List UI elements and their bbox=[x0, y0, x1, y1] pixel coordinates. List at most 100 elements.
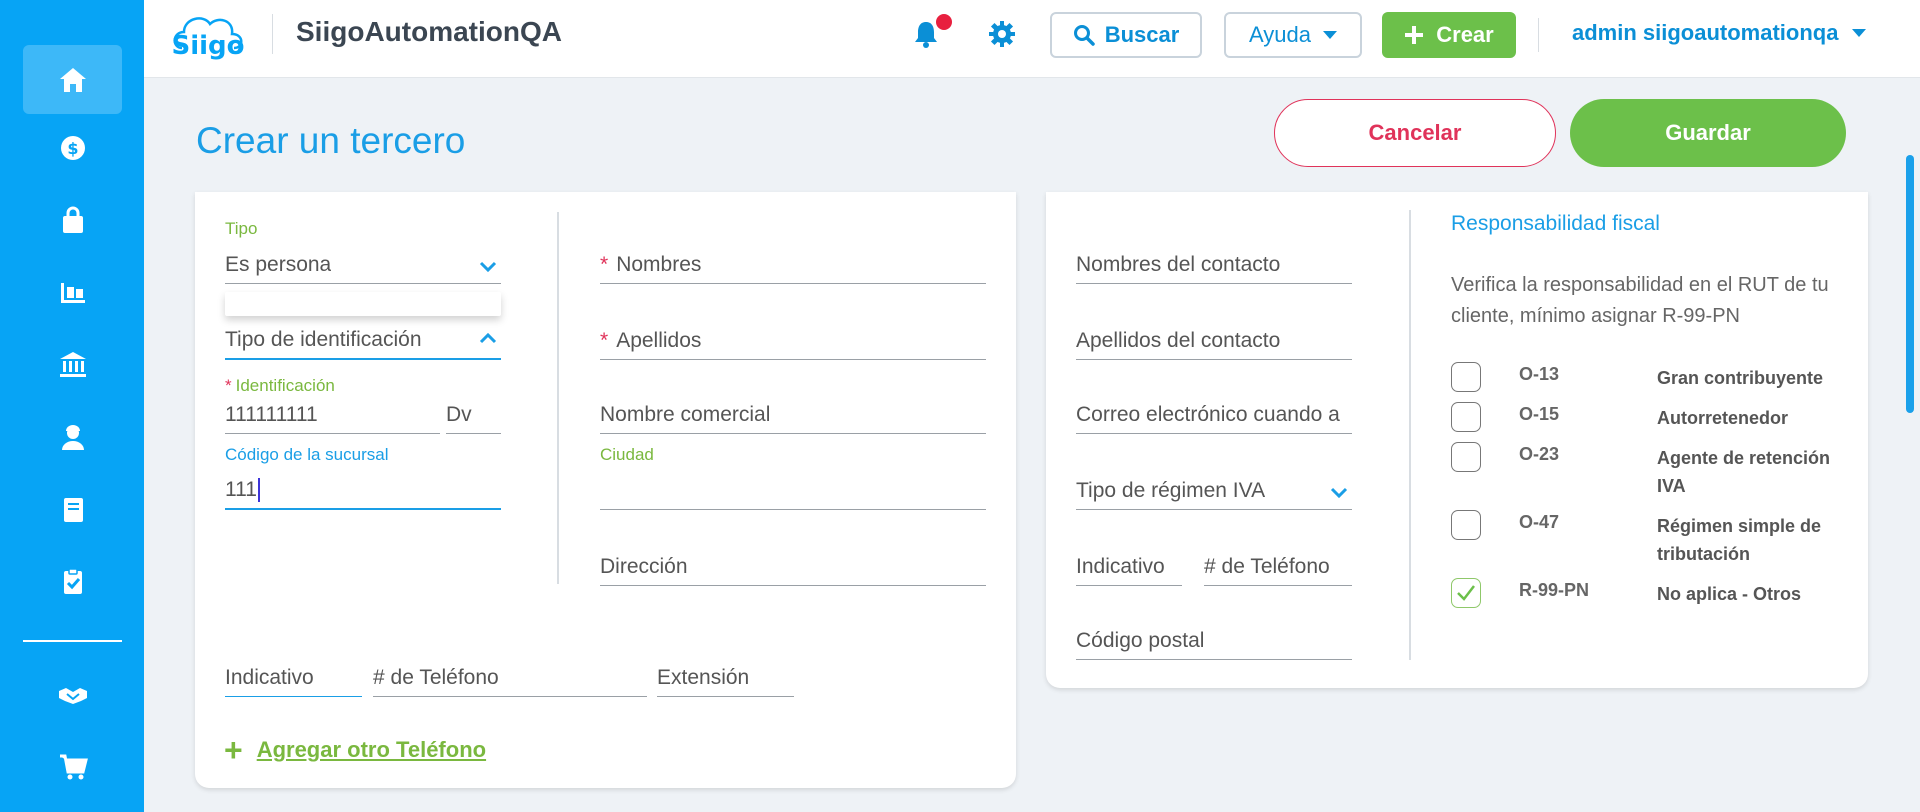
save-button[interactable]: Guardar bbox=[1570, 99, 1846, 167]
worker-icon bbox=[61, 424, 84, 450]
handshake-icon bbox=[58, 687, 87, 704]
checkbox[interactable] bbox=[1451, 402, 1481, 432]
warehouse-cart-icon bbox=[60, 282, 85, 303]
chevron-down-icon bbox=[1322, 31, 1337, 39]
chevron-down-icon bbox=[1852, 29, 1867, 37]
page-title: Crear un tercero bbox=[196, 120, 466, 161]
checkbox[interactable] bbox=[1451, 510, 1481, 540]
ciudad-input[interactable] bbox=[600, 470, 986, 510]
sidebar-item-accounting[interactable] bbox=[23, 475, 122, 544]
extension-input[interactable]: Extensión bbox=[657, 655, 794, 697]
nombre-comercial-input[interactable]: Nombre comercial bbox=[600, 392, 986, 434]
tipo-value: Es persona bbox=[225, 253, 332, 276]
indicativo-input[interactable]: Indicativo bbox=[225, 655, 362, 697]
nombres-input[interactable]: * Nombres bbox=[600, 242, 986, 284]
home-icon bbox=[59, 67, 86, 92]
sidebar-item-tasks[interactable] bbox=[23, 547, 122, 616]
siigo-logo[interactable]: Siigo bbox=[168, 8, 248, 60]
tipo-identificacion-placeholder: Tipo de identificación bbox=[225, 328, 422, 351]
gear-icon[interactable] bbox=[988, 20, 1016, 48]
sidebar-item-shopping[interactable] bbox=[23, 186, 122, 255]
nombres-contacto-input[interactable]: Nombres del contacto bbox=[1076, 242, 1352, 284]
company-name: SiigoAutomationQA bbox=[296, 16, 562, 47]
sidebar-item-partners[interactable] bbox=[23, 660, 122, 729]
identificacion-input[interactable]: 111111111 bbox=[225, 396, 440, 434]
resp-code: O-47 bbox=[1519, 512, 1560, 532]
checkbox[interactable] bbox=[1451, 362, 1481, 392]
codigo-postal-placeholder: Código postal bbox=[1076, 629, 1205, 652]
nombres-contacto-placeholder: Nombres del contacto bbox=[1076, 253, 1281, 276]
create-button-label: Crear bbox=[1436, 22, 1494, 47]
tipo-select[interactable]: Es persona bbox=[225, 242, 501, 284]
scrollbar[interactable] bbox=[1906, 155, 1914, 413]
responsabilidad-title: Responsabilidad fiscal bbox=[1451, 212, 1660, 235]
add-phone-link[interactable]: + Agregar otro Teléfono bbox=[224, 734, 486, 766]
sidebar: $ bbox=[0, 0, 144, 812]
dv-placeholder: Dv bbox=[446, 403, 472, 426]
header-separator bbox=[272, 14, 273, 54]
cancel-button[interactable]: Cancelar bbox=[1274, 99, 1556, 167]
tipo-identificacion-select[interactable]: Tipo de identificación bbox=[225, 318, 501, 360]
tipo-regimen-placeholder: Tipo de régimen IVA bbox=[1076, 479, 1266, 502]
checkbox[interactable] bbox=[1451, 442, 1481, 472]
telefono-placeholder: # de Teléfono bbox=[373, 666, 499, 689]
column-divider bbox=[557, 212, 559, 584]
telefono-input[interactable]: # de Teléfono bbox=[373, 655, 647, 697]
svg-text:$: $ bbox=[67, 139, 78, 158]
responsabilidad-description: Verifica la responsabilidad en el RUT de… bbox=[1451, 274, 1829, 327]
checkmark-icon bbox=[1457, 585, 1475, 601]
chevron-down-icon bbox=[479, 261, 497, 273]
codigo-sucursal-label: Código de la sucursal bbox=[225, 445, 389, 464]
indicativo-placeholder: Indicativo bbox=[225, 666, 314, 689]
tipo-label: Tipo bbox=[225, 219, 258, 238]
sidebar-divider bbox=[23, 640, 122, 642]
help-dropdown[interactable]: Ayuda bbox=[1224, 12, 1362, 58]
resp-code: O-15 bbox=[1519, 404, 1560, 424]
column-divider bbox=[1409, 210, 1411, 660]
plus-icon: + bbox=[224, 732, 243, 768]
create-button[interactable]: Crear bbox=[1382, 12, 1516, 58]
codigo-sucursal-input[interactable]: 111 bbox=[225, 470, 501, 510]
apellidos-contacto-placeholder: Apellidos del contacto bbox=[1076, 329, 1281, 352]
codigo-postal-input[interactable]: Código postal bbox=[1076, 618, 1352, 660]
user-menu[interactable]: admin siigoautomationqa bbox=[1572, 20, 1867, 46]
contacto-telefono-input[interactable]: # de Teléfono bbox=[1204, 544, 1352, 586]
user-name: admin siigoautomationqa bbox=[1572, 20, 1839, 45]
help-label: Ayuda bbox=[1249, 22, 1311, 47]
apellidos-placeholder: * Apellidos bbox=[600, 329, 702, 352]
correo-input[interactable]: Correo electrónico cuando a bbox=[1076, 392, 1352, 434]
checkbox-checked[interactable] bbox=[1451, 578, 1481, 608]
dv-input[interactable]: Dv bbox=[446, 392, 501, 434]
resp-name: Agente de retención IVA bbox=[1657, 448, 1831, 496]
codigo-sucursal-value: 111 bbox=[225, 478, 260, 502]
direccion-input[interactable]: Dirección bbox=[600, 544, 986, 586]
nombre-comercial-placeholder: Nombre comercial bbox=[600, 403, 771, 426]
dollar-icon: $ bbox=[60, 135, 85, 160]
clipboard-check-icon bbox=[63, 567, 82, 594]
sidebar-item-employees[interactable] bbox=[23, 403, 122, 472]
resp-name: No aplica - Otros bbox=[1657, 584, 1802, 604]
header-separator bbox=[1538, 18, 1539, 52]
apellidos-contacto-input[interactable]: Apellidos del contacto bbox=[1076, 318, 1352, 360]
notification-badge bbox=[936, 14, 952, 30]
chevron-up-icon bbox=[479, 332, 497, 344]
add-phone-label: Agregar otro Teléfono bbox=[256, 737, 487, 762]
chevron-down-icon bbox=[1330, 487, 1348, 499]
extension-placeholder: Extensión bbox=[657, 666, 750, 689]
sidebar-item-inventory[interactable] bbox=[23, 258, 122, 327]
sidebar-item-home[interactable] bbox=[23, 45, 122, 114]
correo-placeholder: Correo electrónico cuando a bbox=[1076, 403, 1340, 426]
sidebar-item-bank[interactable] bbox=[23, 330, 122, 399]
contacto-indicativo-input[interactable]: Indicativo bbox=[1076, 544, 1182, 586]
sidebar-item-money[interactable]: $ bbox=[23, 113, 122, 182]
cart-icon bbox=[59, 754, 88, 779]
apellidos-input[interactable]: * Apellidos bbox=[600, 318, 986, 360]
contacto-indicativo-placeholder: Indicativo bbox=[1076, 555, 1165, 578]
shopping-bag-icon bbox=[62, 206, 83, 233]
sidebar-item-store[interactable] bbox=[23, 732, 122, 801]
tipo-regimen-select[interactable]: Tipo de régimen IVA bbox=[1076, 468, 1352, 510]
search-button-label: Buscar bbox=[1104, 22, 1180, 47]
search-button[interactable]: Buscar bbox=[1050, 12, 1202, 58]
resp-code: R-99-PN bbox=[1519, 580, 1590, 600]
resp-name: Régimen simple de tributación bbox=[1657, 516, 1822, 564]
